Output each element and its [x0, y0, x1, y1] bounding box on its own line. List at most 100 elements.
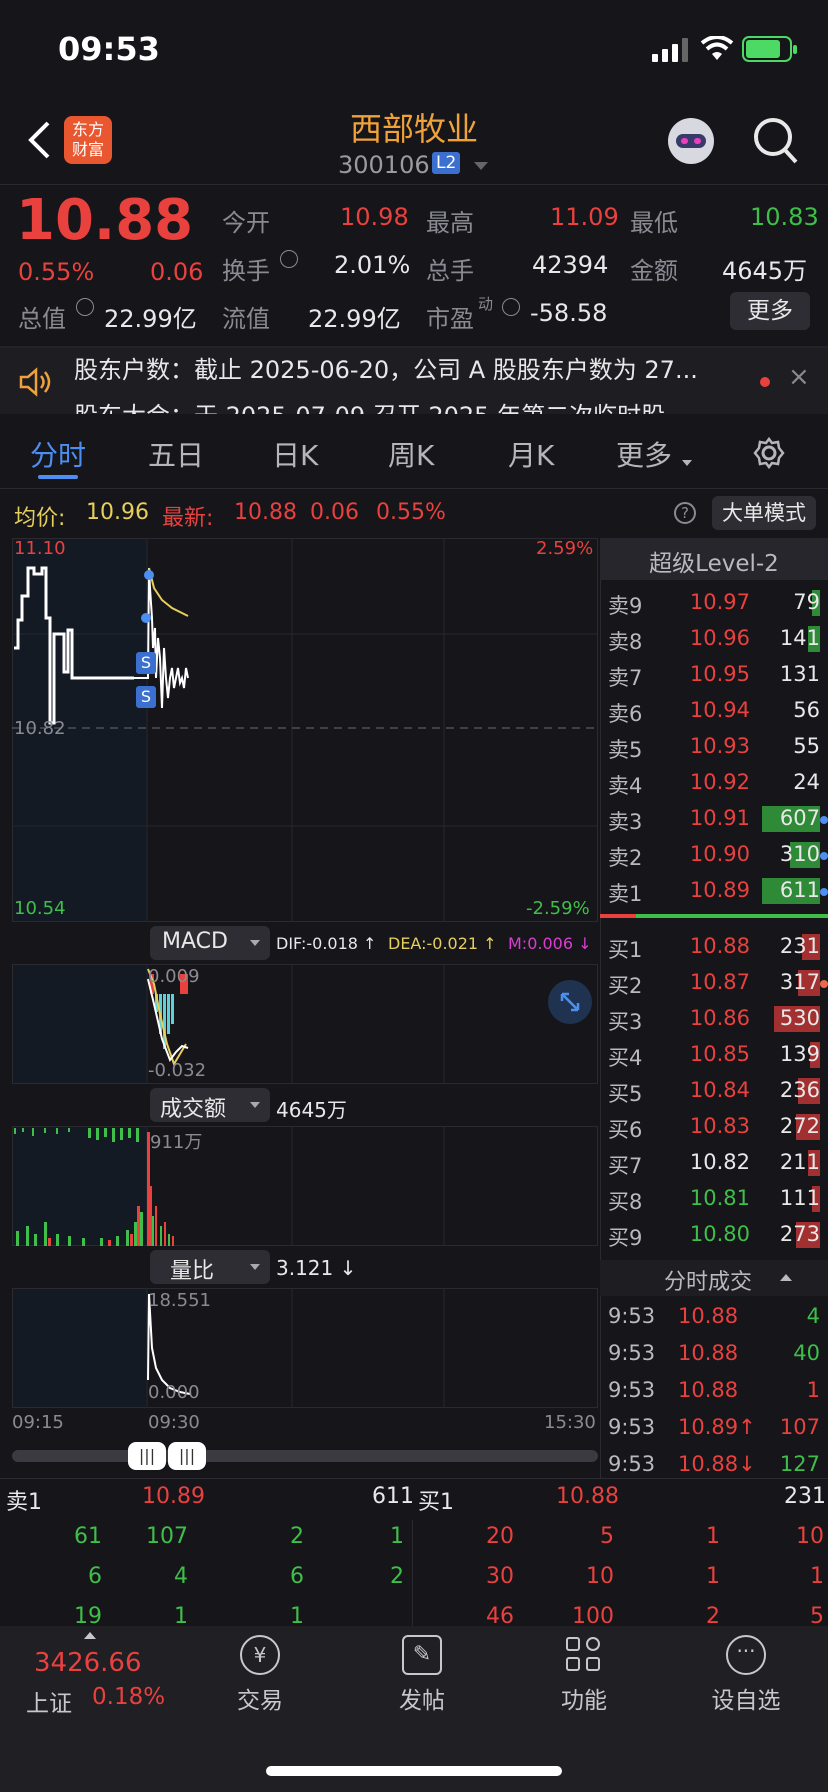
turnover-label: 换手 — [222, 257, 270, 285]
ratio-line — [146, 1288, 445, 1408]
index-pct[interactable]: 0.18% — [92, 1684, 165, 1710]
trade-volume: 1 — [806, 1378, 820, 1402]
chevron-down-icon — [250, 1102, 260, 1108]
level-badge[interactable]: L2 — [432, 152, 461, 174]
time-axis-start: 09:15 — [12, 1412, 64, 1433]
queue-buy-price: 10.88 — [556, 1484, 619, 1509]
index-name[interactable]: 上证 — [26, 1684, 72, 1718]
sell-marker[interactable]: S — [136, 686, 156, 708]
ask-row[interactable]: 卖7 10.95 131 — [600, 656, 828, 692]
queue-divider — [412, 1520, 413, 1628]
scroll-handle-right[interactable]: ||| — [168, 1442, 206, 1470]
help-icon[interactable]: ? — [674, 502, 696, 524]
queue-buy-cell: 1 — [706, 1564, 720, 1589]
queue-buy-vol: 231 — [784, 1484, 826, 1509]
macd-lines — [146, 964, 445, 1084]
tab-more[interactable]: 更多 — [616, 434, 672, 474]
queue-sell-label: 卖1 — [6, 1490, 42, 1515]
macd-dea: DEA:-0.021 ↑ — [388, 934, 497, 953]
info-icon[interactable] — [76, 298, 94, 316]
change-value: 0.06 — [150, 258, 204, 286]
row-volume: 111 — [779, 1186, 820, 1210]
trade-time: 9:53 — [608, 1304, 656, 1328]
news-bar[interactable]: 股东户数：截止 2025-06-20，公司 A 股股东户数为 27... 股东大… — [0, 348, 828, 414]
tab-weekly-k[interactable]: 周K — [388, 434, 434, 474]
ask-row[interactable]: 卖2 10.90 310 — [600, 836, 828, 872]
row-label: 买7 — [608, 1154, 643, 1178]
ask-row[interactable]: 卖8 10.96 141 — [600, 620, 828, 656]
macd-dif: DIF:-0.018 ↑ — [276, 934, 377, 953]
trade-volume: 40 — [793, 1341, 820, 1365]
close-icon[interactable]: × — [788, 362, 810, 392]
bid-row[interactable]: 买2 10.87 317 — [600, 964, 828, 1000]
row-label: 卖2 — [608, 846, 643, 870]
scroll-handle-left[interactable]: ||| — [128, 1442, 166, 1470]
mktcap-value: 22.99亿 — [104, 305, 197, 333]
intraday-price-lines — [12, 538, 598, 922]
amount-indicator-button[interactable]: 成交额 — [150, 1088, 270, 1122]
ratio-indicator-label: 量比 — [170, 1259, 215, 1284]
ratio-indicator-button[interactable]: 量比 — [150, 1250, 270, 1284]
trade-price: 10.89↑ — [678, 1415, 756, 1439]
amount-value: 4645万 — [722, 257, 808, 285]
robot-assistant-icon[interactable] — [668, 118, 714, 164]
ask-row[interactable]: 卖4 10.92 24 — [600, 764, 828, 800]
trade-row: 9:53 10.88 40 — [600, 1337, 828, 1374]
info-icon[interactable] — [280, 250, 298, 268]
info-icon[interactable] — [502, 298, 520, 316]
big-order-mode-button[interactable]: 大单模式 — [712, 496, 816, 530]
bid-row[interactable]: 买5 10.84 236 — [600, 1072, 828, 1108]
chart-scrollbar[interactable] — [12, 1450, 598, 1462]
row-volume: 607 — [779, 806, 820, 830]
tab-daily-k[interactable]: 日K — [272, 434, 318, 474]
ask-row[interactable]: 卖9 10.97 79 — [600, 584, 828, 620]
low-label: 最低 — [630, 209, 678, 237]
row-price: 10.95 — [689, 662, 750, 686]
bid-row[interactable]: 买7 10.82 211 — [600, 1144, 828, 1180]
ask-row[interactable]: 卖1 10.89 611 — [600, 872, 828, 908]
latest-change: 0.06 — [310, 500, 359, 525]
status-time: 09:53 — [58, 30, 160, 68]
amount-indicator-label: 成交额 — [160, 1097, 227, 1122]
ratio-indicator-value: 3.121 ↓ — [276, 1256, 357, 1280]
ask-row[interactable]: 卖6 10.94 56 — [600, 692, 828, 728]
tab-intraday[interactable]: 分时 — [30, 434, 86, 474]
row-volume: 236 — [779, 1078, 820, 1102]
macd-indicator-button[interactable]: MACD — [150, 926, 270, 960]
trades-title-bar[interactable]: 分时成交 — [600, 1260, 828, 1296]
row-volume: 141 — [779, 626, 820, 650]
ask-row[interactable]: 卖3 10.91 607 — [600, 800, 828, 836]
float-label: 流值 — [222, 305, 270, 333]
row-price: 10.85 — [689, 1042, 750, 1066]
sell-marker[interactable]: S — [136, 652, 156, 674]
bid-row[interactable]: 买1 10.88 231 — [600, 928, 828, 964]
bid-row[interactable]: 买3 10.86 530 — [600, 1000, 828, 1036]
macd-axis-bottom: -0.032 — [148, 1060, 207, 1081]
amount-indicator-value: 4645万 — [276, 1098, 347, 1122]
tab-5day[interactable]: 五日 — [148, 434, 204, 474]
latest-value: 10.88 — [234, 500, 297, 525]
bid-row[interactable]: 买6 10.83 272 — [600, 1108, 828, 1144]
row-label: 买4 — [608, 1046, 643, 1070]
expand-icon[interactable] — [548, 980, 592, 1024]
gear-icon[interactable] — [752, 436, 786, 470]
more-button[interactable]: 更多 — [730, 292, 810, 330]
trade-price: 10.88 — [678, 1304, 739, 1328]
chevron-up-icon[interactable] — [84, 1632, 96, 1639]
index-value[interactable]: 3426.66 — [34, 1648, 142, 1678]
trade-row: 9:53 10.88↓ 127 — [600, 1448, 828, 1485]
queue-sell-cell: 6 — [290, 1564, 304, 1589]
time-axis-end: 15:30 — [544, 1412, 596, 1433]
ask-row[interactable]: 卖5 10.93 55 — [600, 728, 828, 764]
queue-buy-cell: 5 — [600, 1524, 614, 1549]
level2-title-bar[interactable]: 超级Level-2 — [600, 538, 828, 580]
bid-row[interactable]: 买9 10.80 273 — [600, 1216, 828, 1252]
row-price: 10.82 — [689, 1150, 750, 1174]
bid-row[interactable]: 买8 10.81 111 — [600, 1180, 828, 1216]
tab-monthly-k[interactable]: 月K — [508, 434, 554, 474]
macd-label: MACD — [162, 929, 228, 954]
bid-row[interactable]: 买4 10.85 139 — [600, 1036, 828, 1072]
chevron-down-icon[interactable] — [474, 162, 488, 170]
search-icon[interactable] — [752, 116, 800, 166]
chevron-down-icon — [682, 460, 692, 466]
